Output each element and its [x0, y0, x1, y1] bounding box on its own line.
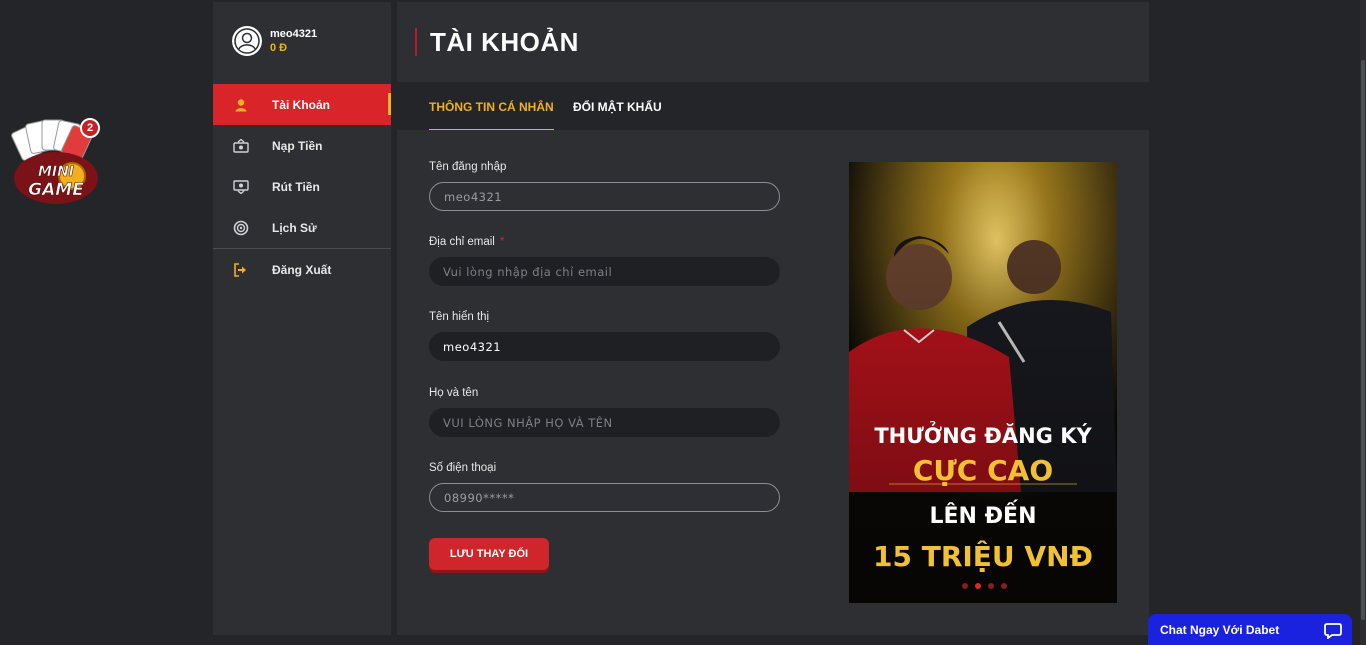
email-label-text: Địa chỉ email — [429, 236, 495, 248]
page-header: TÀI KHOẢN — [397, 2, 1149, 82]
full-name-label: Họ và tên — [429, 387, 479, 399]
banner-line-3: LÊN ĐẾN — [929, 504, 1037, 529]
promo-banner[interactable]: THƯỞNG ĐĂNG KÝ CỰC CAO LÊN ĐẾN 15 TRIỆU … — [849, 162, 1117, 603]
promo-banner-image — [849, 162, 1117, 603]
full-name-field-group: Họ và tên — [429, 387, 780, 437]
minigame-badge: 2 — [80, 118, 100, 138]
history-icon — [233, 220, 249, 236]
tab-bar: THÔNG TIN CÁ NHÂN ĐỔI MẬT KHẨU — [397, 84, 1149, 131]
title-accent-bar — [415, 28, 417, 56]
user-avatar-icon — [234, 28, 260, 54]
display-name-label: Tên hiển thị — [429, 311, 490, 323]
username-label: Tên đăng nhập — [429, 161, 507, 173]
username-input[interactable] — [429, 182, 780, 211]
sidebar-item-label: Lịch Sử — [272, 220, 317, 235]
banner-line-4: 15 TRIỆU VNĐ — [873, 540, 1093, 573]
avatar — [232, 26, 262, 56]
carousel-dot[interactable] — [988, 583, 994, 589]
sidebar-item-label: Tài Khoản — [272, 97, 331, 112]
page-scrollbar[interactable] — [1360, 0, 1366, 645]
display-name-input[interactable] — [429, 332, 780, 361]
sidebar-item-account[interactable]: Tài Khoản — [213, 84, 391, 125]
sidebar-item-label: Nạp Tiền — [272, 138, 323, 153]
sidebar-item-label: Rút Tiền — [272, 179, 320, 194]
email-field-group: Địa chỉ email * — [429, 236, 780, 286]
save-changes-button[interactable]: LƯU THAY ĐỔI — [429, 538, 549, 570]
display-name-field-group: Tên hiển thị — [429, 311, 780, 361]
carousel-dot-active[interactable] — [975, 583, 981, 589]
phone-label: Số điện thoại — [429, 462, 497, 474]
banner-line-1: THƯỞNG ĐĂNG KÝ — [874, 424, 1092, 448]
banner-line-2: CỰC CAO — [912, 454, 1054, 487]
required-mark: * — [499, 236, 505, 248]
tab-change-password[interactable]: ĐỔI MẬT KHẨU — [573, 100, 662, 114]
svg-text:MINI: MINI — [38, 164, 74, 180]
email-input[interactable] — [429, 257, 780, 286]
chat-bubble-icon — [1324, 623, 1342, 639]
chat-label: Chat Ngay Với Dabet — [1160, 622, 1280, 637]
phone-field-group: Số điện thoại — [429, 462, 780, 512]
account-menu: Tài Khoản Nạp Tiền Rút Tiền Lịch Sử Đăng… — [213, 84, 391, 290]
profile-form-panel: Tên đăng nhập Địa chỉ email * Tên hiển th… — [397, 130, 1149, 635]
phone-input[interactable] — [429, 483, 780, 512]
sidebar-item-logout[interactable]: Đăng Xuất — [213, 249, 391, 290]
full-name-input[interactable] — [429, 408, 780, 437]
tab-personal-info[interactable]: THÔNG TIN CÁ NHÂN — [429, 100, 554, 131]
email-label: Địa chỉ email * — [429, 236, 780, 248]
carousel-dot[interactable] — [1001, 583, 1007, 589]
username-label: meo4321 — [270, 28, 318, 40]
withdraw-icon — [233, 179, 249, 195]
deposit-icon — [233, 138, 249, 154]
carousel-dot[interactable] — [962, 583, 968, 589]
user-icon — [233, 97, 249, 113]
minigame-button[interactable]: MINI GAME 2 — [10, 118, 102, 210]
sidebar-item-history[interactable]: Lịch Sử — [213, 207, 391, 248]
page-title: TÀI KHOẢN — [430, 27, 579, 57]
logout-icon — [233, 262, 249, 278]
user-profile: meo4321 0 Đ — [232, 26, 317, 56]
sidebar-item-deposit[interactable]: Nạp Tiền — [213, 125, 391, 166]
carousel-dots — [962, 583, 1007, 589]
live-chat-button[interactable]: Chat Ngay Với Dabet — [1148, 614, 1352, 645]
sidebar-item-withdraw[interactable]: Rút Tiền — [213, 166, 391, 207]
username-field-group: Tên đăng nhập — [429, 161, 780, 211]
balance-label: 0 Đ — [270, 42, 288, 54]
svg-text:GAME: GAME — [28, 180, 84, 200]
sidebar-item-label: Đăng Xuất — [272, 262, 332, 277]
sidebar: meo4321 0 Đ Tài Khoản Nạp Tiền Rút Tiền — [213, 2, 391, 635]
scrollbar-thumb[interactable] — [1361, 60, 1365, 620]
